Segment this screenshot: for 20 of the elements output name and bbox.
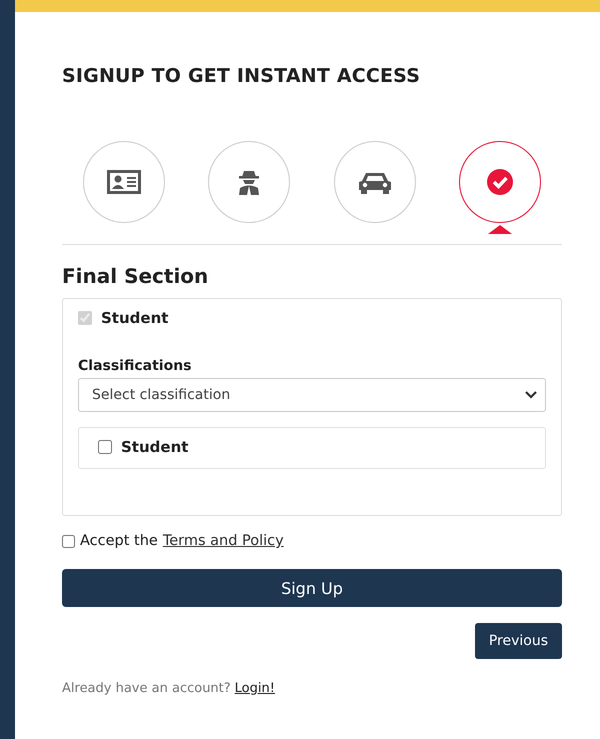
chevron-down-icon	[525, 391, 537, 399]
terms-link[interactable]: Terms and Policy	[162, 533, 284, 549]
checkbox[interactable]	[62, 534, 75, 548]
section-title: Final Section	[62, 264, 210, 288]
checkbox[interactable]	[98, 440, 112, 454]
field-label: Classifications	[78, 358, 193, 374]
classification-select[interactable]: Select classification	[78, 378, 546, 412]
active-step-pointer	[488, 225, 512, 234]
previous-button[interactable]: Previous	[474, 623, 562, 659]
login-link[interactable]: Login!	[234, 681, 275, 696]
checkbox-label: Student	[101, 309, 168, 327]
account-prompt: Already have an account?	[62, 681, 231, 696]
sign-up-button[interactable]: Sign Up	[62, 569, 562, 607]
form-heading: SIGNUP TO GET INSTANT ACCESS	[62, 65, 422, 87]
checkbox-label: Student	[121, 438, 188, 456]
check-icon	[486, 169, 513, 195]
car-icon	[358, 170, 392, 194]
terms-text: Accept the	[80, 533, 158, 549]
id-card-icon	[107, 170, 141, 194]
spy-icon	[238, 169, 260, 195]
